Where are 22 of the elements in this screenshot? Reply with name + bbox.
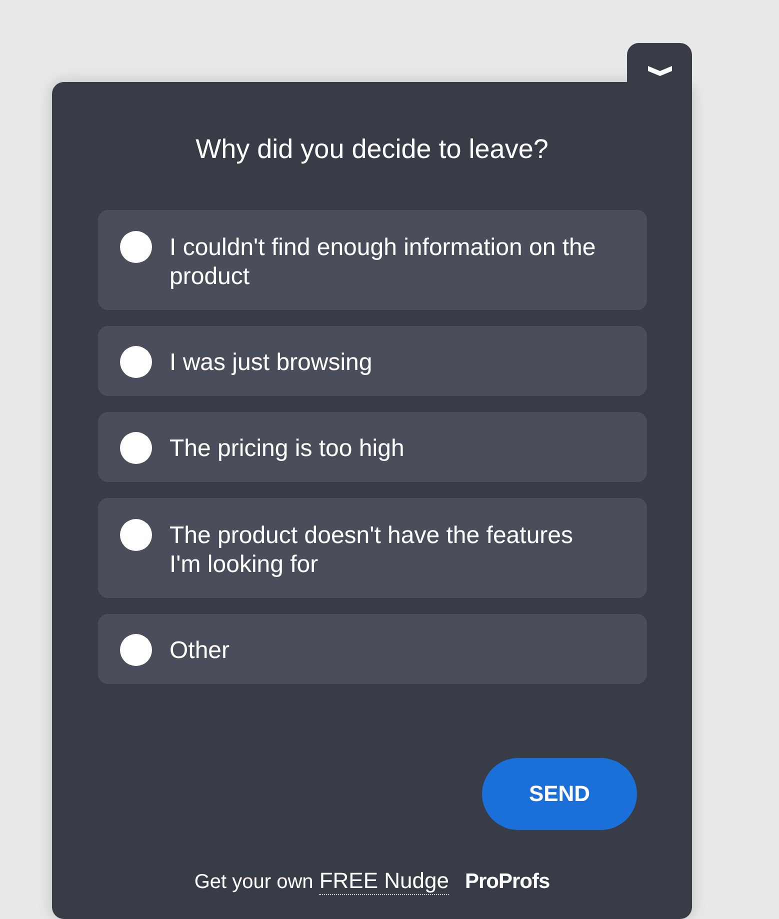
answer-option[interactable]: The pricing is too high	[98, 412, 646, 482]
survey-title: Why did you decide to leave?	[196, 134, 548, 166]
option-label: I couldn't find enough information on the product	[170, 233, 597, 291]
radio-button[interactable]	[120, 432, 152, 464]
brand-logo: ProProfs	[464, 870, 550, 894]
footer-text: Get your own	[194, 871, 314, 894]
option-label: Other	[170, 636, 230, 665]
answer-option[interactable]: I was just browsing	[98, 326, 646, 396]
send-button[interactable]: SEND	[482, 758, 637, 830]
free-nudge-link[interactable]: FREE Nudge	[319, 868, 449, 895]
answer-option[interactable]: I couldn't find enough information on the product	[98, 210, 646, 310]
radio-button[interactable]	[120, 634, 152, 666]
answer-option[interactable]: Other	[98, 614, 646, 684]
option-label: The product doesn't have the features I'm looking for	[170, 521, 574, 579]
radio-button[interactable]	[120, 346, 152, 378]
answer-option[interactable]: The product doesn't have the features I'm looking for	[98, 498, 646, 598]
option-label: The pricing is too high	[170, 434, 404, 463]
radio-button[interactable]	[120, 519, 152, 551]
collapse-button[interactable]	[627, 43, 692, 103]
radio-button[interactable]	[120, 231, 152, 263]
option-label: I was just browsing	[170, 348, 372, 377]
chevron-down-icon	[646, 65, 672, 77]
